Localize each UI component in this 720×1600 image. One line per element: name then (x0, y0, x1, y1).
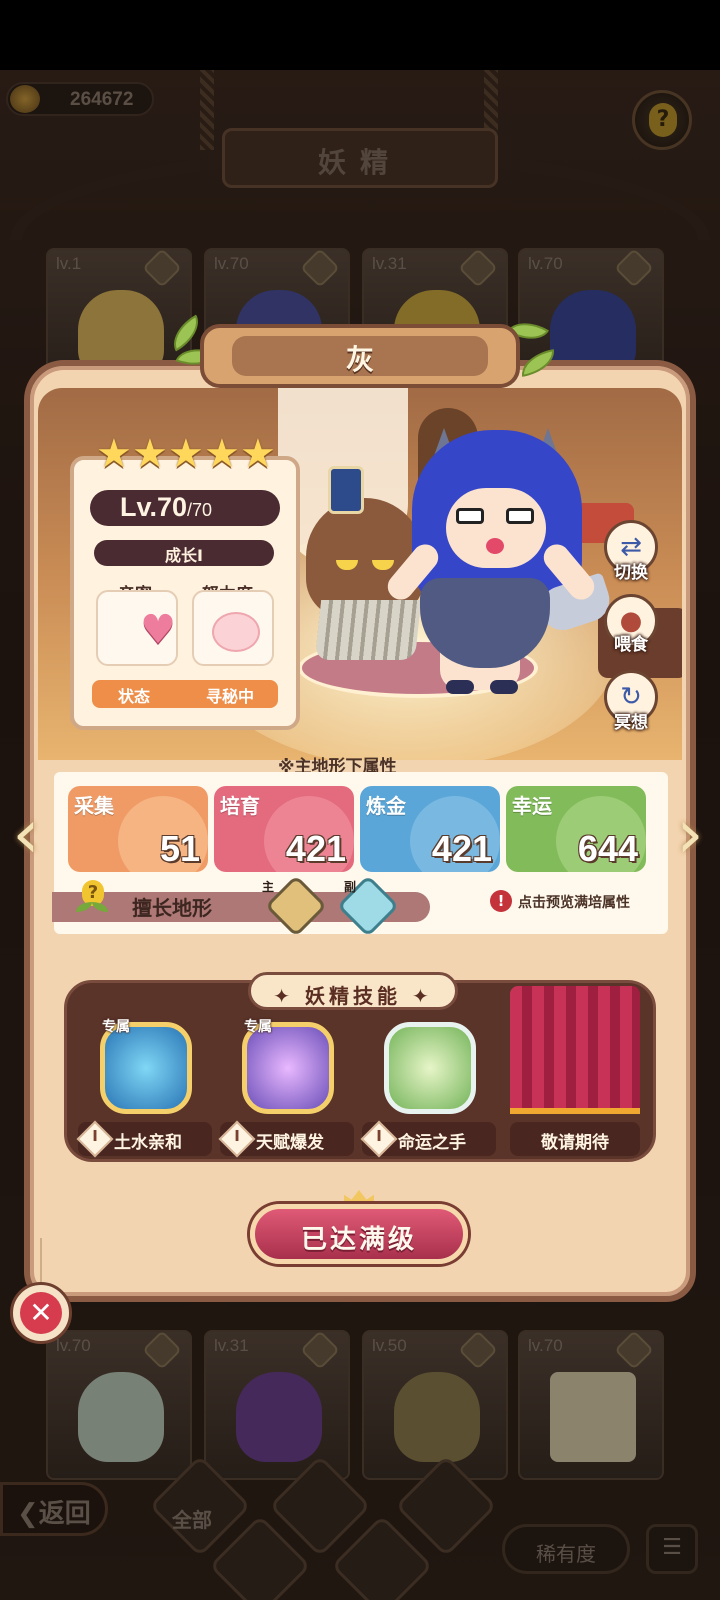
max-level-label: 已达满级 (300, 1225, 417, 1255)
level-max: /70 (187, 500, 213, 520)
switch-label: 切换 (614, 563, 648, 583)
prev-fairy-arrow[interactable]: ‹ (4, 790, 48, 880)
attr-value: 644 (577, 828, 638, 869)
close-button[interactable]: ✕ (10, 1282, 72, 1344)
attr-gather: 采集 51 (68, 786, 208, 872)
sub-terrain-tag: 副 (344, 880, 357, 894)
close-icon: ✕ (20, 1292, 62, 1334)
attr-value: 51 (159, 828, 200, 869)
next-fairy-arrow[interactable]: › (668, 790, 712, 880)
attr-nurture: 培育 421 (214, 786, 354, 872)
locked-skill-curtain (510, 986, 640, 1114)
status-value: 寻秘中 (205, 687, 254, 706)
heart-icon: ♥ (140, 607, 176, 653)
skill-label-bar: I 命运之手 (360, 1120, 496, 1158)
skill-rank: I (92, 1127, 98, 1145)
pet-card-icon (328, 466, 364, 514)
skill-slot[interactable]: 专属 I 土水亲和 (76, 1014, 214, 1158)
status-pill: 状态 寻秘中 (92, 680, 278, 708)
close-button-string (40, 1238, 42, 1284)
star-icon: ★ (204, 431, 240, 477)
character-eye (506, 508, 534, 524)
status-label: 状态 (118, 687, 151, 706)
skill-rank: I (234, 1127, 240, 1145)
star-icon: ★ (132, 431, 168, 477)
max-level-button[interactable]: 已达满级 (250, 1204, 468, 1264)
warning-icon: ! (490, 890, 512, 912)
star-icon: ★ (168, 431, 204, 477)
fairy-name: 灰 (345, 343, 374, 376)
attr-name: 炼金 (366, 794, 406, 818)
rarity-stars: ★ ★ ★ ★ ★ (96, 431, 276, 477)
skill-label-bar: I 天赋爆发 (218, 1120, 354, 1158)
attr-alchemy: 炼金 421 (360, 786, 500, 872)
skill-label-bar: I 土水亲和 (76, 1120, 212, 1158)
feed-label: 喂食 (614, 635, 648, 655)
attr-value: 421 (285, 828, 346, 869)
terrain-label: 擅长地形 (132, 896, 212, 920)
fairy-name-board: 灰 (200, 324, 520, 388)
skill-slot[interactable]: I 命运之手 (360, 1014, 498, 1158)
skill-rank: I (376, 1127, 382, 1145)
preview-full-attributes-link[interactable]: 点击预览满培属性 (518, 892, 630, 912)
level-text: Lv.70/70 (120, 492, 213, 522)
character-eye (456, 508, 484, 524)
star-icon: ★ (96, 431, 132, 477)
coming-soon-label: 敬请期待 (541, 1133, 609, 1153)
attr-value: 421 (431, 828, 492, 869)
character-shoe (490, 680, 518, 694)
character-mouth (486, 538, 504, 554)
skills-title: ✦ 妖精技能 ✦ (273, 984, 433, 1008)
character-face (446, 488, 546, 568)
status-bar-area (0, 0, 720, 70)
clover-icon (384, 1022, 476, 1114)
skill-exclusive-tag: 专属 (244, 1019, 272, 1035)
main-terrain-tag: 主 (262, 880, 275, 894)
star-icon: ★ (240, 431, 276, 477)
attr-name: 幸运 (512, 794, 552, 818)
skill-name: 天赋爆发 (256, 1133, 324, 1153)
meditate-label: 冥想 (614, 713, 648, 733)
blush-face-icon (212, 612, 260, 652)
skills-title-board: ✦ 妖精技能 ✦ (248, 972, 458, 1010)
locked-skill-label-bar: 敬请期待 (510, 1122, 640, 1156)
fairy-name-plate: 灰 (232, 336, 488, 376)
attr-luck: 幸运 644 (506, 786, 646, 872)
character-shoe (446, 680, 474, 694)
attr-name: 采集 (74, 794, 114, 818)
sprout-hint-icon[interactable]: ? (72, 880, 108, 916)
level-pill: Lv.70/70 (90, 490, 280, 526)
skill-slot[interactable]: 专属 I 天赋爆发 (218, 1014, 356, 1158)
growth-pill: 成长I (94, 540, 274, 566)
skill-name: 土水亲和 (114, 1133, 182, 1153)
growth-text: 成长I (165, 546, 203, 565)
pet-muffin-wrapper (314, 600, 422, 660)
attr-name: 培育 (220, 794, 260, 818)
skill-exclusive-tag: 专属 (102, 1019, 130, 1035)
skill-name: 命运之手 (398, 1133, 466, 1153)
